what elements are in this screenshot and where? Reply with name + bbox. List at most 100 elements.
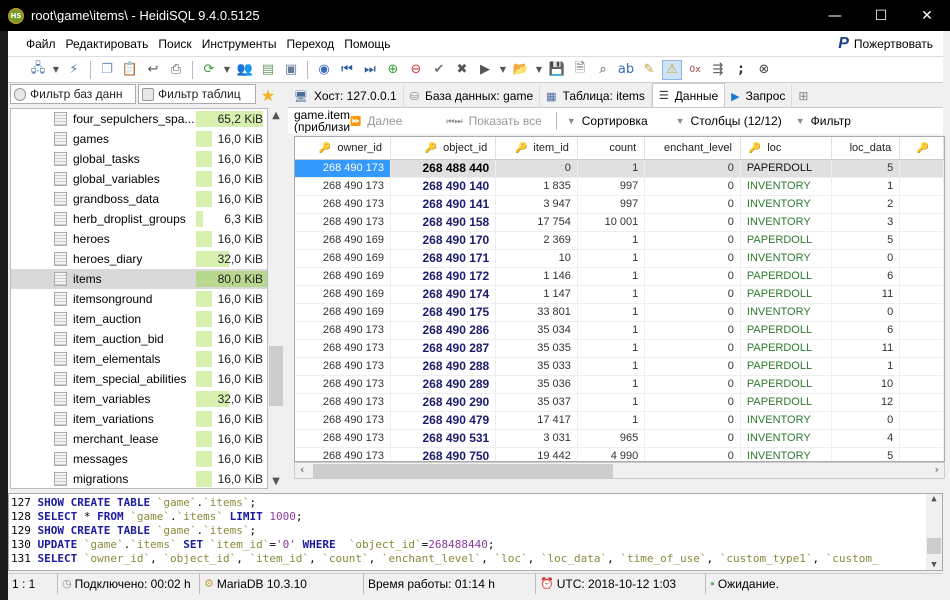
cancel-icon[interactable]: ✖ (452, 60, 472, 80)
save-icon[interactable]: 💾 (547, 60, 567, 80)
help-icon[interactable]: ◉ (314, 60, 334, 80)
table-list-item[interactable]: migrations 16,0 KiB (11, 469, 267, 488)
owner-id-cell[interactable]: 268 490 173 (295, 429, 391, 448)
refresh-dropdown-icon[interactable]: ▼ (222, 60, 232, 80)
time-of-use-cell[interactable] (899, 375, 944, 394)
item-id-cell[interactable]: 10 (495, 249, 578, 268)
refresh-icon[interactable]: ⟳ (199, 60, 219, 80)
enchant-level-cell[interactable]: 0 (644, 249, 741, 268)
item-id-cell[interactable]: 35 036 (495, 375, 578, 394)
loc-data-cell[interactable]: 12 (831, 393, 901, 412)
table-list-item[interactable]: item_variables 32,0 KiB (11, 389, 267, 409)
tab-host[interactable]: 🖥 Хост: 127.0.0.1 (288, 85, 404, 107)
save-snippet-icon[interactable]: 🗎 (570, 60, 590, 80)
favorites-star-icon[interactable]: ★ (258, 84, 278, 106)
table-row[interactable]: 268 490 173 268 490 287 35 035 1 0 PAPERDOLL 1… (295, 339, 944, 358)
item-id-cell[interactable]: 1 835 (495, 177, 578, 196)
table-list-item[interactable]: herb_droplist_groups 6,3 KiB (11, 209, 267, 229)
owner-id-cell[interactable]: 268 490 169 (295, 231, 391, 250)
object-id-cell[interactable]: 268 490 158 (390, 213, 497, 232)
table-list-item[interactable]: item_elementals 16,0 KiB (11, 349, 267, 369)
columns-button[interactable]: ▼ Столбцы (12/12) (676, 114, 782, 128)
table-row[interactable]: 268 490 173 268 490 286 35 034 1 0 PAPERDOLL 6 (295, 321, 944, 340)
object-id-cell[interactable]: 268 490 479 (390, 411, 497, 430)
column-header-loc-data[interactable]: loc_data (831, 137, 901, 160)
column-header-loc[interactable]: 🔑 loc (740, 137, 833, 160)
owner-id-cell[interactable]: 268 490 173 (295, 177, 391, 196)
item-id-cell[interactable]: 35 033 (495, 357, 578, 376)
table-list-item[interactable]: item_special_abilities 16,0 KiB (11, 369, 267, 389)
tab-database[interactable]: ⛁ База данных: game (404, 85, 541, 107)
scroll-left-icon[interactable]: ‹ (300, 463, 304, 476)
table-list-item[interactable]: items 80,0 KiB (11, 269, 267, 289)
count-cell[interactable]: 1 (577, 357, 646, 376)
item-id-cell[interactable]: 1 147 (495, 285, 578, 304)
loc-data-cell[interactable]: 4 (831, 429, 901, 448)
object-id-cell[interactable]: 268 490 172 (390, 267, 497, 286)
sort-button[interactable]: ▼ Сортировка (567, 114, 648, 128)
table-list-item[interactable]: merchant_lease 16,0 KiB (11, 429, 267, 449)
filter-tables-input[interactable]: Фильтр таблиц (138, 84, 256, 104)
table-list-item[interactable]: item_variations 16,0 KiB (11, 409, 267, 429)
loc-data-cell[interactable]: 1 (831, 357, 901, 376)
count-cell[interactable]: 965 (577, 429, 646, 448)
table-row[interactable]: 268 490 173 268 490 289 35 036 1 0 PAPERDOLL 1… (295, 375, 944, 394)
table-row[interactable]: 268 490 173 268 490 750 19 442 4 990 0 INVENT… (295, 447, 944, 461)
time-of-use-cell[interactable] (899, 321, 944, 340)
paste-icon[interactable]: 📋 (120, 60, 140, 80)
enchant-level-cell[interactable]: 0 (644, 267, 741, 286)
tab-table[interactable]: ▦ Таблица: items (540, 85, 652, 107)
count-cell[interactable]: 1 (577, 393, 646, 412)
first-record-icon[interactable]: ⏮ (337, 60, 357, 80)
enchant-level-cell[interactable]: 0 (644, 447, 741, 461)
count-cell[interactable]: 1 (577, 159, 646, 178)
data-grid[interactable]: 🔑 owner_id 🔑 object_id 🔑 item_id count ench… (294, 136, 945, 462)
owner-id-cell[interactable]: 268 490 173 (295, 375, 391, 394)
table-list-item[interactable]: global_variables 16,0 KiB (11, 169, 267, 189)
menu-tools[interactable]: Инструменты (197, 37, 282, 51)
loc-data-cell[interactable]: 11 (831, 285, 901, 304)
loc-cell[interactable]: PAPERDOLL (740, 267, 833, 286)
table-row[interactable]: 268 490 173 268 488 440 0 1 0 PAPERDOLL 5 (295, 159, 944, 178)
object-id-cell[interactable]: 268 490 287 (390, 339, 497, 358)
edit-icon[interactable]: ✎ (639, 60, 659, 80)
time-of-use-cell[interactable] (899, 411, 944, 430)
item-id-cell[interactable]: 35 037 (495, 393, 578, 412)
loc-data-cell[interactable]: 5 (831, 447, 901, 461)
time-of-use-cell[interactable] (899, 159, 944, 178)
object-id-cell[interactable]: 268 490 171 (390, 249, 497, 268)
object-id-cell[interactable]: 268 490 750 (390, 447, 497, 461)
owner-id-cell[interactable]: 268 490 173 (295, 447, 391, 461)
table-list-item[interactable]: games 16,0 KiB (11, 129, 267, 149)
time-of-use-cell[interactable] (899, 195, 944, 214)
loc-data-cell[interactable]: 5 (831, 231, 901, 250)
load-dropdown-icon[interactable]: ▼ (534, 60, 544, 80)
object-id-cell[interactable]: 268 490 531 (390, 429, 497, 448)
item-id-cell[interactable]: 33 801 (495, 303, 578, 322)
last-record-icon[interactable]: ⏭ (360, 60, 380, 80)
object-id-cell[interactable]: 268 490 175 (390, 303, 497, 322)
session-manager-icon[interactable]: 🖧 (28, 60, 48, 80)
item-id-cell[interactable]: 35 034 (495, 321, 578, 340)
owner-id-cell[interactable]: 268 490 169 (295, 249, 391, 268)
count-cell[interactable]: 1 (577, 339, 646, 358)
table-list-item[interactable]: heroes 16,0 KiB (11, 229, 267, 249)
item-id-cell[interactable]: 3 031 (495, 429, 578, 448)
run-dropdown-icon[interactable]: ▼ (498, 60, 508, 80)
find-icon[interactable]: ⌕ (593, 60, 613, 80)
maximize-button[interactable]: ☐ (858, 0, 904, 31)
object-id-cell[interactable]: 268 490 290 (390, 393, 497, 412)
column-header-enchant-level[interactable]: enchant_level (644, 137, 741, 160)
loc-cell[interactable]: INVENTORY (740, 249, 833, 268)
loc-cell[interactable]: PAPERDOLL (740, 159, 833, 178)
enchant-level-cell[interactable]: 0 (644, 231, 741, 250)
loc-cell[interactable]: PAPERDOLL (740, 285, 833, 304)
column-header-count[interactable]: count (577, 137, 646, 160)
count-cell[interactable]: 1 (577, 303, 646, 322)
loc-data-cell[interactable]: 10 (831, 375, 901, 394)
loc-cell[interactable]: INVENTORY (740, 411, 833, 430)
scroll-up-icon[interactable]: ▲ (268, 110, 284, 121)
menu-search[interactable]: Поиск (153, 37, 196, 51)
loc-data-cell[interactable]: 5 (831, 159, 901, 178)
scrollbar-thumb[interactable] (927, 538, 941, 554)
